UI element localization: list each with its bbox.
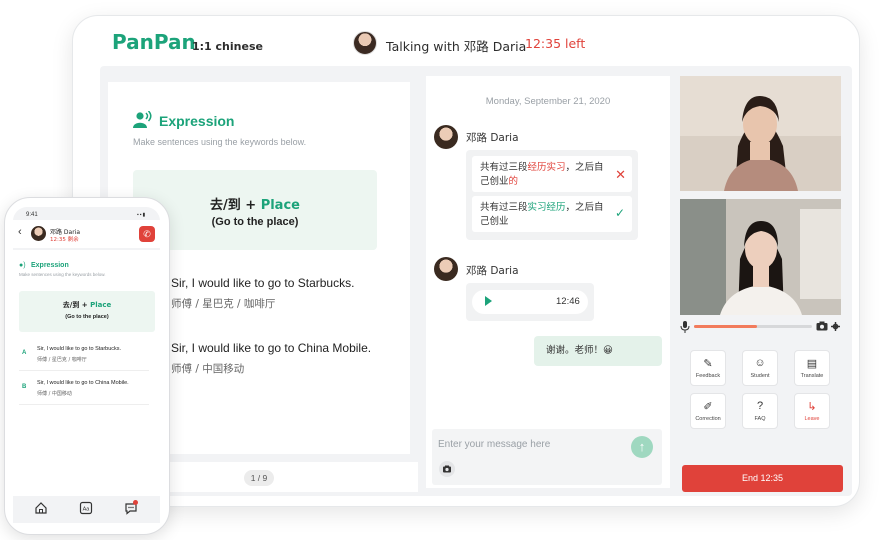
option-b-keywords: 师傅 / 中国移动 xyxy=(171,363,245,375)
translate-icon: ▤ xyxy=(806,358,818,370)
chat-panel xyxy=(426,76,670,488)
my-message: 谢谢。老师！😀 xyxy=(534,336,662,366)
option-b-keywords: 师傅 / 中国移动 xyxy=(37,391,72,397)
camera-icon[interactable] xyxy=(816,321,828,331)
tutor-avatar xyxy=(353,31,377,55)
status-time: 9:41 xyxy=(26,212,38,218)
play-icon[interactable] xyxy=(485,296,492,306)
time-left-label: 12:35 left xyxy=(525,36,586,51)
wrong-mark-icon: ✕ xyxy=(615,167,626,182)
option-a-sentence[interactable]: Sir, I would like to go to Starbucks. xyxy=(37,346,121,352)
tutor-video xyxy=(680,76,841,191)
battery-icon: ▪▪▮ xyxy=(137,212,147,218)
section-subtitle: Make sentences using the keywords below. xyxy=(19,272,106,277)
divider xyxy=(19,404,149,405)
tutor-avatar xyxy=(434,257,458,281)
brand-subtitle: 1:1 chinese xyxy=(192,40,263,53)
faq-button[interactable]: ? FAQ xyxy=(742,393,778,429)
option-a-keywords: 师傅 / 星巴克 / 咖啡厅 xyxy=(171,298,276,310)
pencil-icon: ✐ xyxy=(703,401,713,413)
keyword-pattern: 去/到 + Place xyxy=(62,301,112,309)
exit-icon: ↳ xyxy=(807,401,817,413)
section-title: Expression xyxy=(159,113,235,129)
question-icon: ? xyxy=(756,400,764,412)
tutor-avatar xyxy=(31,226,46,241)
notification-badge xyxy=(133,500,138,505)
end-call-button[interactable]: ✆ xyxy=(139,226,155,242)
svg-text:Aa: Aa xyxy=(83,507,91,513)
dictionary-icon[interactable]: Aa xyxy=(79,501,93,515)
phone-lesson-panel xyxy=(13,250,160,496)
message-input[interactable] xyxy=(438,436,618,452)
voice-duration: 12:46 xyxy=(556,296,580,307)
volume-slider[interactable] xyxy=(694,325,812,328)
camera-button[interactable] xyxy=(439,461,455,477)
student-icon: ☺ xyxy=(754,357,766,369)
student-button[interactable]: ☺ Student xyxy=(742,350,778,386)
settings-icon[interactable] xyxy=(831,322,840,331)
back-icon[interactable]: ‹ xyxy=(18,226,22,238)
keyword-translation: (Go to the place) xyxy=(65,314,109,320)
pager-bar xyxy=(160,462,418,492)
keyword-pattern: 去/到 + Place xyxy=(210,198,300,213)
home-icon[interactable] xyxy=(34,501,48,515)
check-mark-icon: ✓ xyxy=(614,206,625,220)
microphone-icon[interactable] xyxy=(680,321,690,333)
send-button[interactable]: ↑ xyxy=(631,436,653,458)
section-title: Expression xyxy=(31,262,69,269)
end-class-button[interactable]: End 12:35 xyxy=(682,465,843,492)
volume-level xyxy=(694,325,757,328)
phone-notch xyxy=(70,208,108,217)
option-b-sentence[interactable]: Sir, I would like to go to China Mobile. xyxy=(37,380,129,386)
corrected-sentence: 共有过三段实习经历，之后自己创业 ✓ xyxy=(472,196,632,232)
translate-button[interactable]: ▤ Translate xyxy=(794,350,830,386)
option-a-letter: A xyxy=(22,350,27,356)
brand-logo: PanPan xyxy=(112,30,196,54)
option-a-sentence[interactable]: Sir, I would like to go to Starbucks. xyxy=(171,276,354,290)
student-video xyxy=(680,199,841,315)
time-left-label: 12:35 剩余 xyxy=(50,237,79,243)
speaking-icon xyxy=(133,111,152,128)
divider xyxy=(19,370,149,371)
sender-name: 邓路 Daria xyxy=(466,265,519,277)
sender-name: 邓路 Daria xyxy=(466,132,519,144)
feedback-icon: ✎ xyxy=(703,358,713,370)
section-subtitle: Make sentences using the keywords below. xyxy=(133,137,307,147)
camera-icon xyxy=(443,465,451,473)
feedback-button[interactable]: ✎ Feedback xyxy=(690,350,726,386)
leave-button[interactable]: ↳ Leave xyxy=(794,393,830,429)
chat-date: Monday, September 21, 2020 xyxy=(485,96,611,107)
page-indicator[interactable]: 1 / 9 xyxy=(244,470,274,486)
speaking-icon: ●) xyxy=(19,262,26,269)
option-b-letter: B xyxy=(22,384,27,390)
correction-button[interactable]: ✐ Correction xyxy=(690,393,726,429)
option-b-sentence[interactable]: Sir, I would like to go to China Mobile. xyxy=(171,341,371,355)
original-sentence: 共有过三段经历实习，之后自己创业的 ✕ xyxy=(472,156,632,192)
keyword-card xyxy=(19,291,155,332)
arrow-up-icon: ↑ xyxy=(638,439,646,454)
option-a-keywords: 师傅 / 星巴克 / 咖啡厅 xyxy=(37,357,87,363)
phone-icon: ✆ xyxy=(143,229,151,239)
talking-with-label: Talking with 邓路 Daria xyxy=(386,39,527,54)
tutor-avatar xyxy=(434,125,458,149)
